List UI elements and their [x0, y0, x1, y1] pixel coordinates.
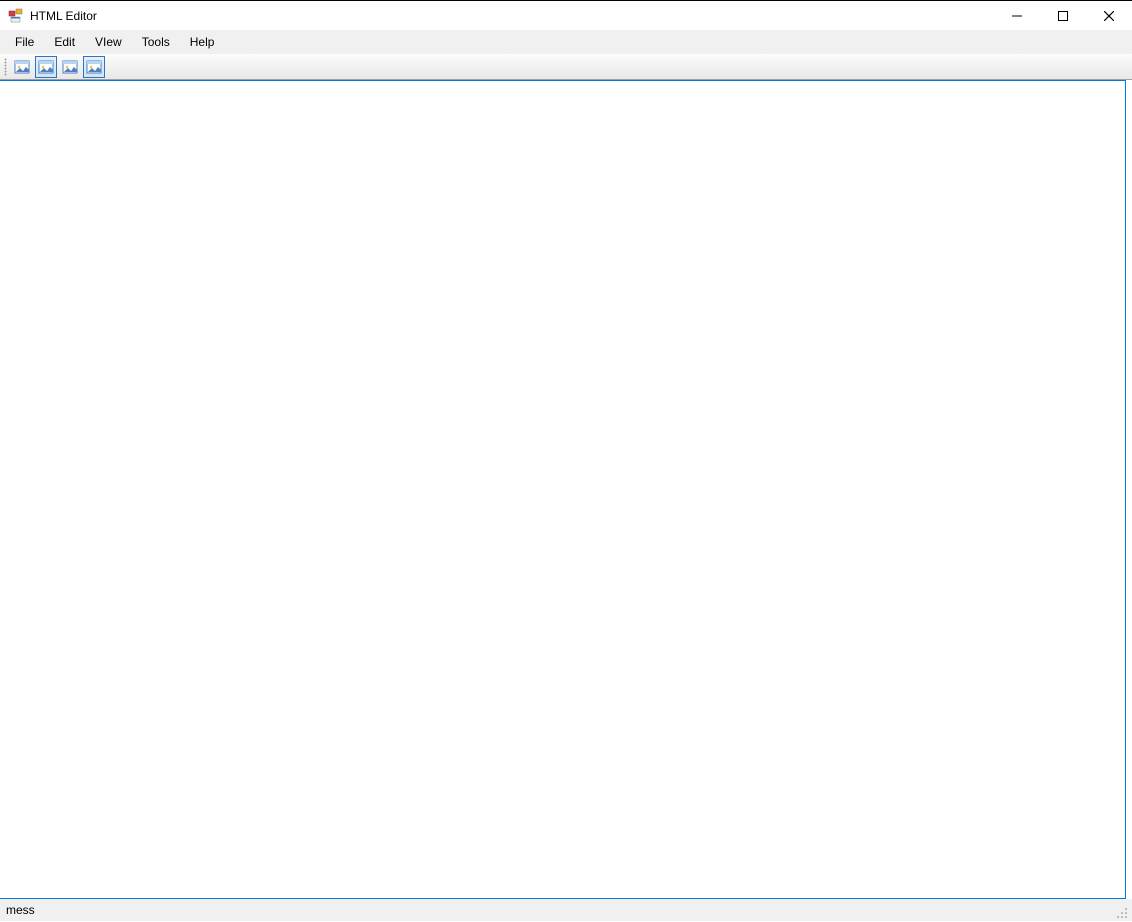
statusbar: mess: [0, 899, 1132, 921]
status-text: mess: [4, 903, 35, 917]
image-icon: [38, 59, 54, 75]
window-controls: [994, 1, 1132, 30]
maximize-icon: [1058, 11, 1068, 21]
close-icon: [1104, 11, 1114, 21]
close-button[interactable]: [1086, 1, 1132, 30]
app-icon: [8, 8, 24, 24]
tool-button-1[interactable]: [11, 56, 33, 78]
minimize-icon: [1012, 11, 1022, 21]
titlebar: HTML Editor: [0, 0, 1132, 30]
editor-content-area[interactable]: [0, 80, 1126, 899]
tool-button-4[interactable]: [83, 56, 105, 78]
image-icon: [14, 59, 30, 75]
minimize-button[interactable]: [994, 1, 1040, 30]
menu-tools[interactable]: Tools: [133, 32, 179, 52]
toolbar: [0, 54, 1132, 80]
menu-file[interactable]: File: [6, 32, 43, 52]
menu-view[interactable]: VIew: [86, 32, 131, 52]
menu-edit[interactable]: Edit: [45, 32, 84, 52]
menu-help[interactable]: Help: [181, 32, 224, 52]
resize-grip[interactable]: [1114, 905, 1128, 919]
maximize-button[interactable]: [1040, 1, 1086, 30]
toolbar-grip[interactable]: [4, 58, 7, 76]
image-icon: [62, 59, 78, 75]
window-title: HTML Editor: [30, 9, 97, 23]
menubar: File Edit VIew Tools Help: [0, 30, 1132, 54]
image-icon: [86, 59, 102, 75]
resize-grip-icon: [1114, 905, 1128, 919]
tool-button-3[interactable]: [59, 56, 81, 78]
tool-button-2[interactable]: [35, 56, 57, 78]
titlebar-left: HTML Editor: [8, 8, 97, 24]
